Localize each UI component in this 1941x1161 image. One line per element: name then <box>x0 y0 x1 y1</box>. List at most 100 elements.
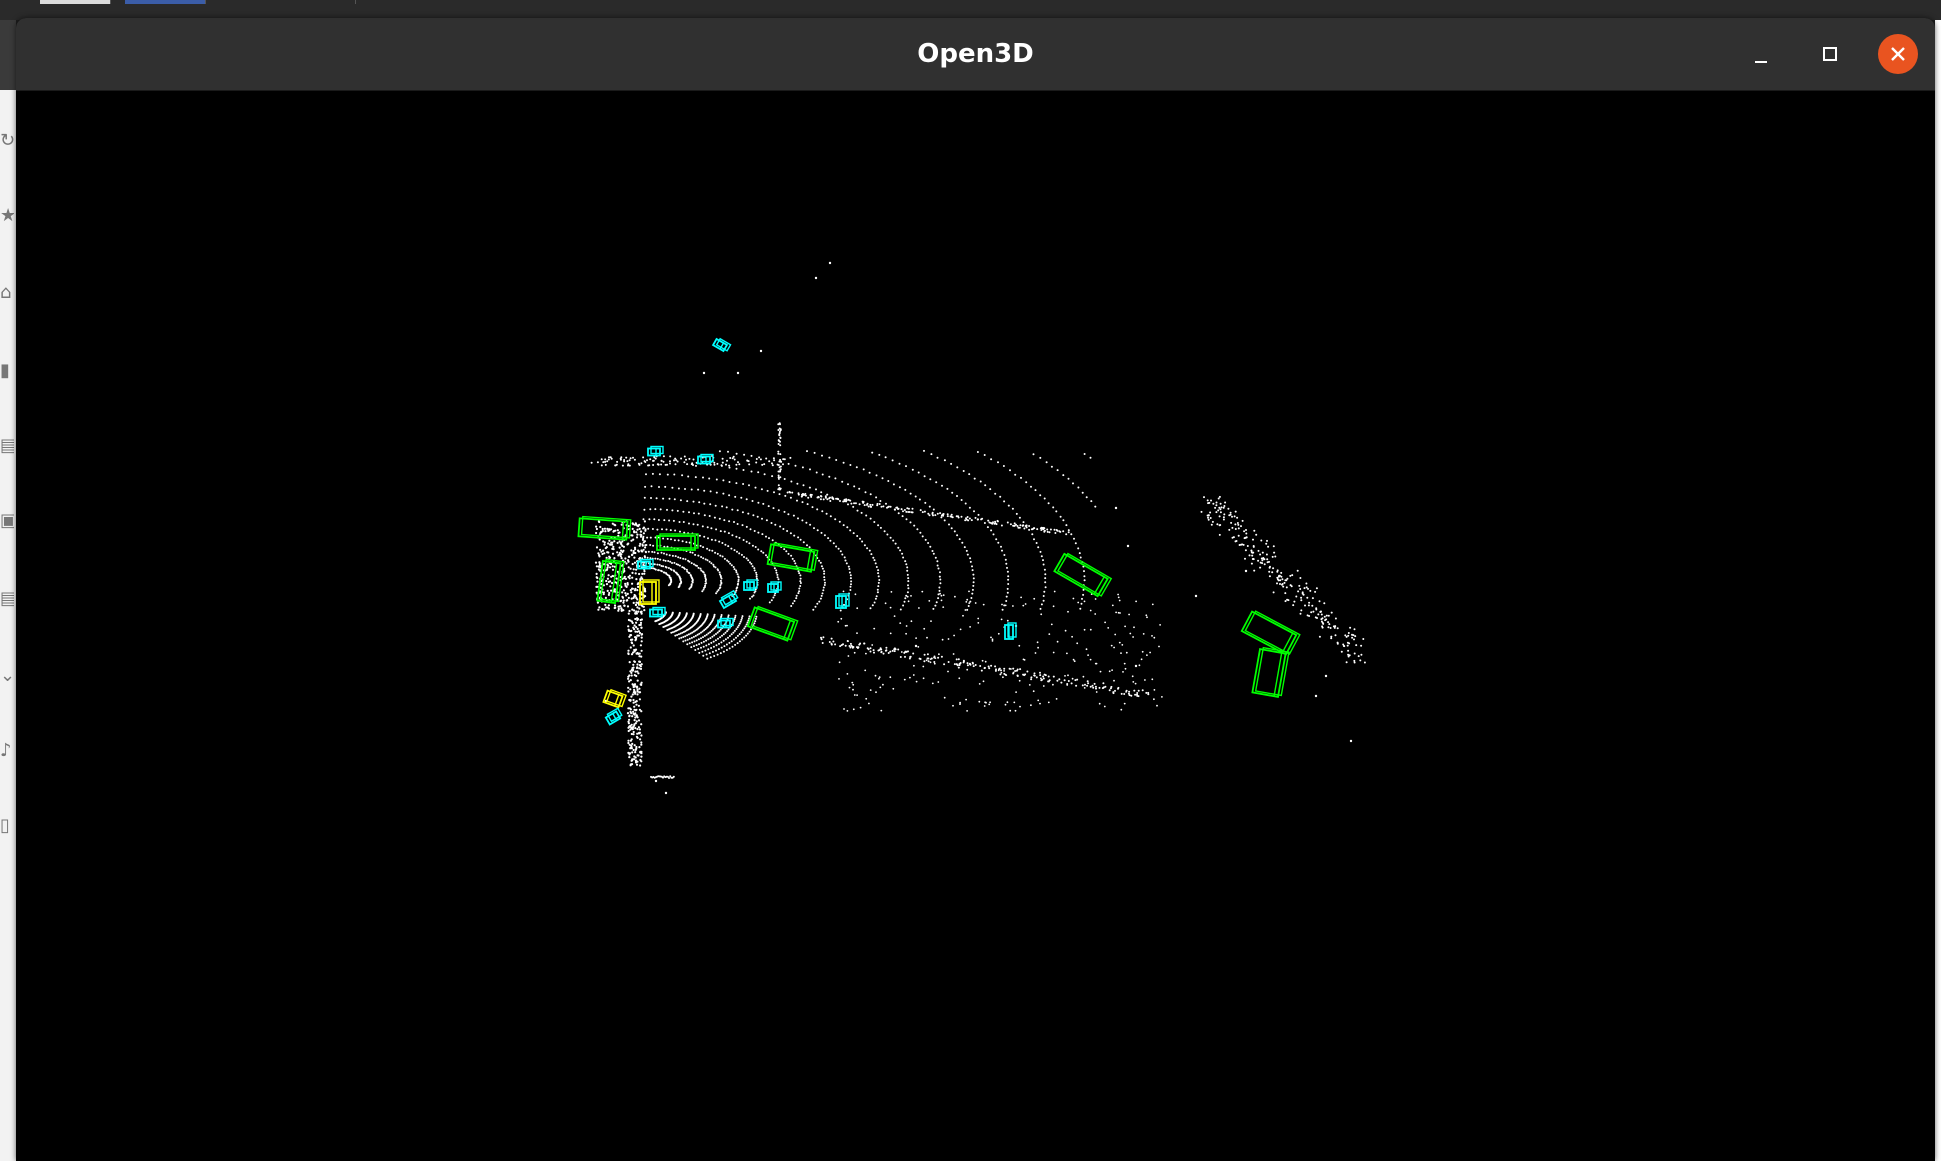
lidar-point <box>667 567 670 569</box>
lidar-point <box>973 477 976 480</box>
lidar-point <box>1044 674 1047 677</box>
lidar-point <box>640 640 643 643</box>
lidar-point <box>735 535 738 538</box>
lidar-point <box>1028 528 1031 531</box>
lidar-point <box>616 529 619 532</box>
lidar-point <box>1211 520 1214 523</box>
lidar-point <box>639 535 643 538</box>
lidar-point <box>633 705 636 708</box>
lidar-point <box>897 546 900 549</box>
lidar-point <box>660 463 663 466</box>
minimize-button[interactable] <box>1741 34 1781 74</box>
lidar-point <box>669 455 672 458</box>
lidar-point <box>1289 584 1292 587</box>
lidar-point <box>1052 683 1054 686</box>
lidar-point <box>666 463 668 466</box>
lidar-point <box>698 501 701 504</box>
lidar-point <box>1095 662 1098 665</box>
lidar-point <box>627 566 630 569</box>
lidar-point <box>1327 621 1330 624</box>
lidar-point <box>748 630 751 633</box>
lidar-point <box>904 650 907 653</box>
lidar-point <box>773 594 776 597</box>
lidar-point <box>1323 602 1326 605</box>
lidar-point <box>1072 658 1075 661</box>
lidar-point <box>971 565 973 568</box>
lidar-point <box>614 464 617 467</box>
lidar-point <box>607 607 611 610</box>
lidar-point <box>974 602 977 604</box>
lidar-point <box>733 568 736 571</box>
lidar-point <box>1086 684 1089 687</box>
lidar-point <box>770 599 773 602</box>
lidar-point <box>621 464 624 467</box>
lidar-point <box>642 456 645 459</box>
lidar-point <box>940 516 943 519</box>
lidar-point <box>1259 561 1262 564</box>
lidar-point <box>966 553 969 556</box>
lidar-point <box>846 526 849 529</box>
lidar-point <box>629 589 632 592</box>
lidar-point <box>628 698 631 702</box>
lidar-point <box>1153 689 1156 691</box>
lidar-point <box>958 538 961 541</box>
3d-viewport[interactable] <box>16 91 1935 1161</box>
lidar-point <box>791 491 794 494</box>
lidar-point <box>627 652 630 656</box>
lidar-point <box>629 708 633 711</box>
background-tab[interactable] <box>210 0 356 4</box>
lidar-point <box>1327 626 1330 629</box>
maximize-button[interactable] <box>1810 34 1850 74</box>
window-titlebar[interactable]: Open3D <box>16 18 1935 91</box>
lidar-point <box>863 544 866 547</box>
lidar-point <box>809 493 812 496</box>
lidar-point <box>753 569 756 572</box>
lidar-point <box>1347 632 1350 634</box>
lidar-point <box>893 615 896 617</box>
lidar-point <box>627 741 630 745</box>
lidar-point <box>779 437 782 439</box>
lidar-point <box>690 463 693 466</box>
lidar-point <box>815 488 817 491</box>
lidar-point <box>879 648 882 651</box>
lidar-point <box>629 567 632 570</box>
lidar-point <box>702 645 705 648</box>
lidar-point <box>984 701 986 704</box>
lidar-point <box>847 483 849 486</box>
lidar-point <box>905 563 908 566</box>
lidar-point <box>1298 584 1301 587</box>
lidar-point <box>718 540 721 543</box>
lidar-point <box>851 681 854 684</box>
background-tab[interactable] <box>40 0 111 4</box>
lidar-point <box>834 643 837 646</box>
lidar-point <box>1141 689 1144 692</box>
lidar-point <box>688 560 691 563</box>
lidar-point <box>1039 671 1041 674</box>
lidar-point <box>1074 542 1077 545</box>
lidar-point <box>1094 505 1097 508</box>
lidar-point <box>728 494 731 497</box>
lidar-point <box>664 559 667 562</box>
background-tab[interactable] <box>125 0 206 4</box>
close-button[interactable] <box>1878 34 1918 74</box>
lidar-point <box>852 505 855 508</box>
lidar-point <box>1120 652 1122 654</box>
lidar-point <box>906 569 909 572</box>
lidar-point <box>637 726 641 729</box>
lidar-point <box>1036 528 1039 531</box>
lidar-point <box>1257 549 1260 552</box>
lidar-point <box>865 652 867 655</box>
lidar-point <box>988 667 991 670</box>
lidar-point <box>891 649 894 652</box>
lidar-point <box>768 460 771 463</box>
lidar-point <box>1324 674 1328 678</box>
lidar-point <box>983 666 986 669</box>
lidar-point <box>627 649 630 652</box>
lidar-point <box>852 532 855 535</box>
lidar-point <box>1042 559 1044 562</box>
lidar-point <box>632 748 635 752</box>
lidar-point <box>1234 523 1237 526</box>
lidar-point <box>738 536 741 539</box>
lidar-point <box>727 636 729 639</box>
lidar-point <box>997 669 1000 672</box>
